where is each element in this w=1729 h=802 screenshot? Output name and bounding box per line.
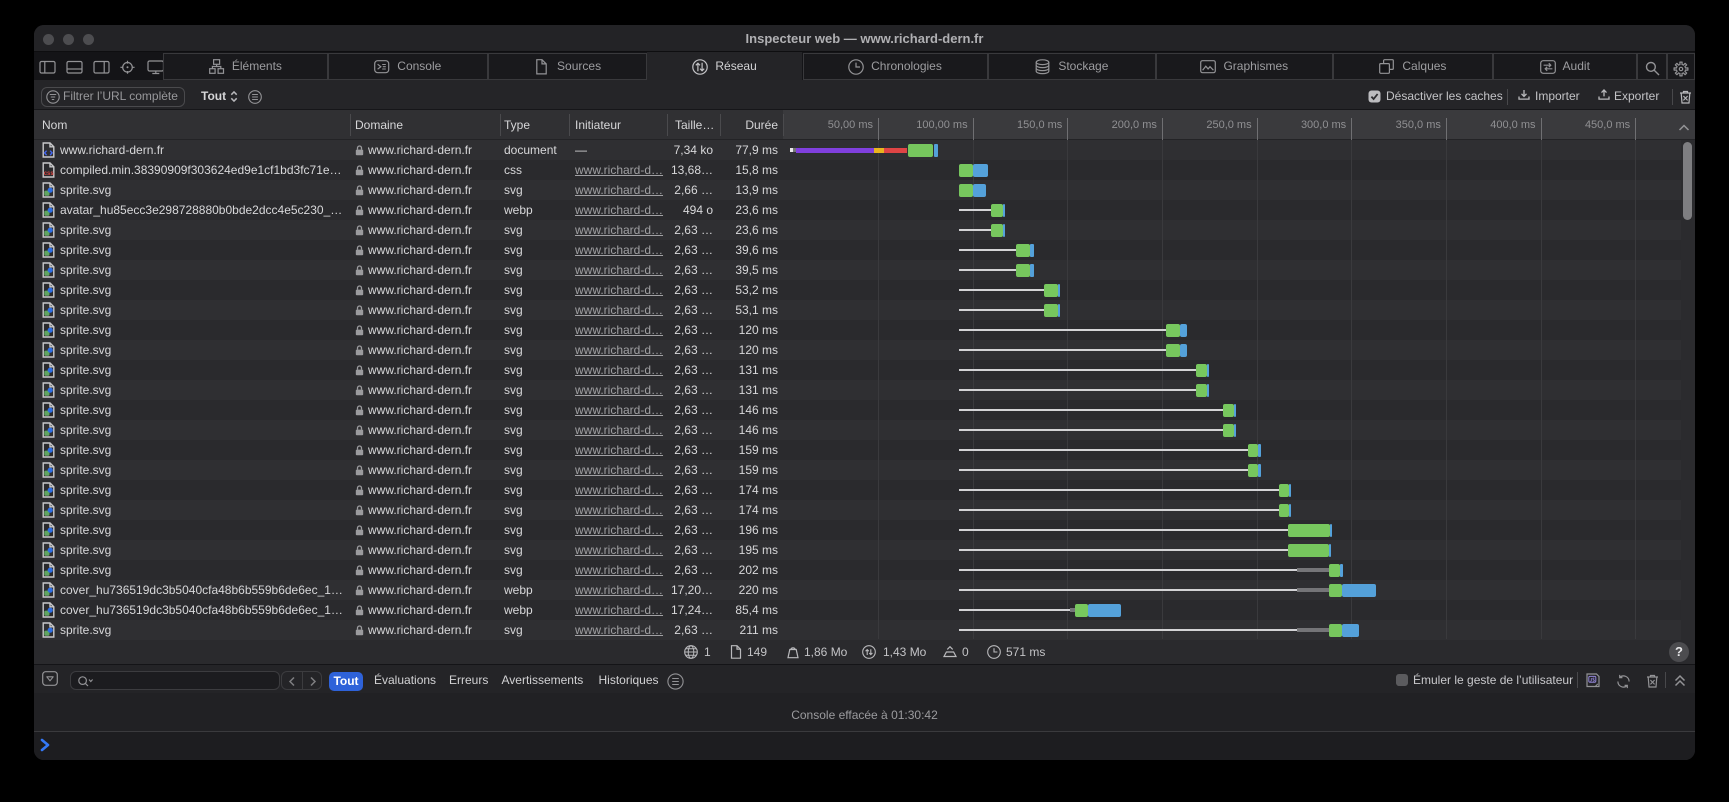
svg-text:css: css — [44, 171, 55, 177]
